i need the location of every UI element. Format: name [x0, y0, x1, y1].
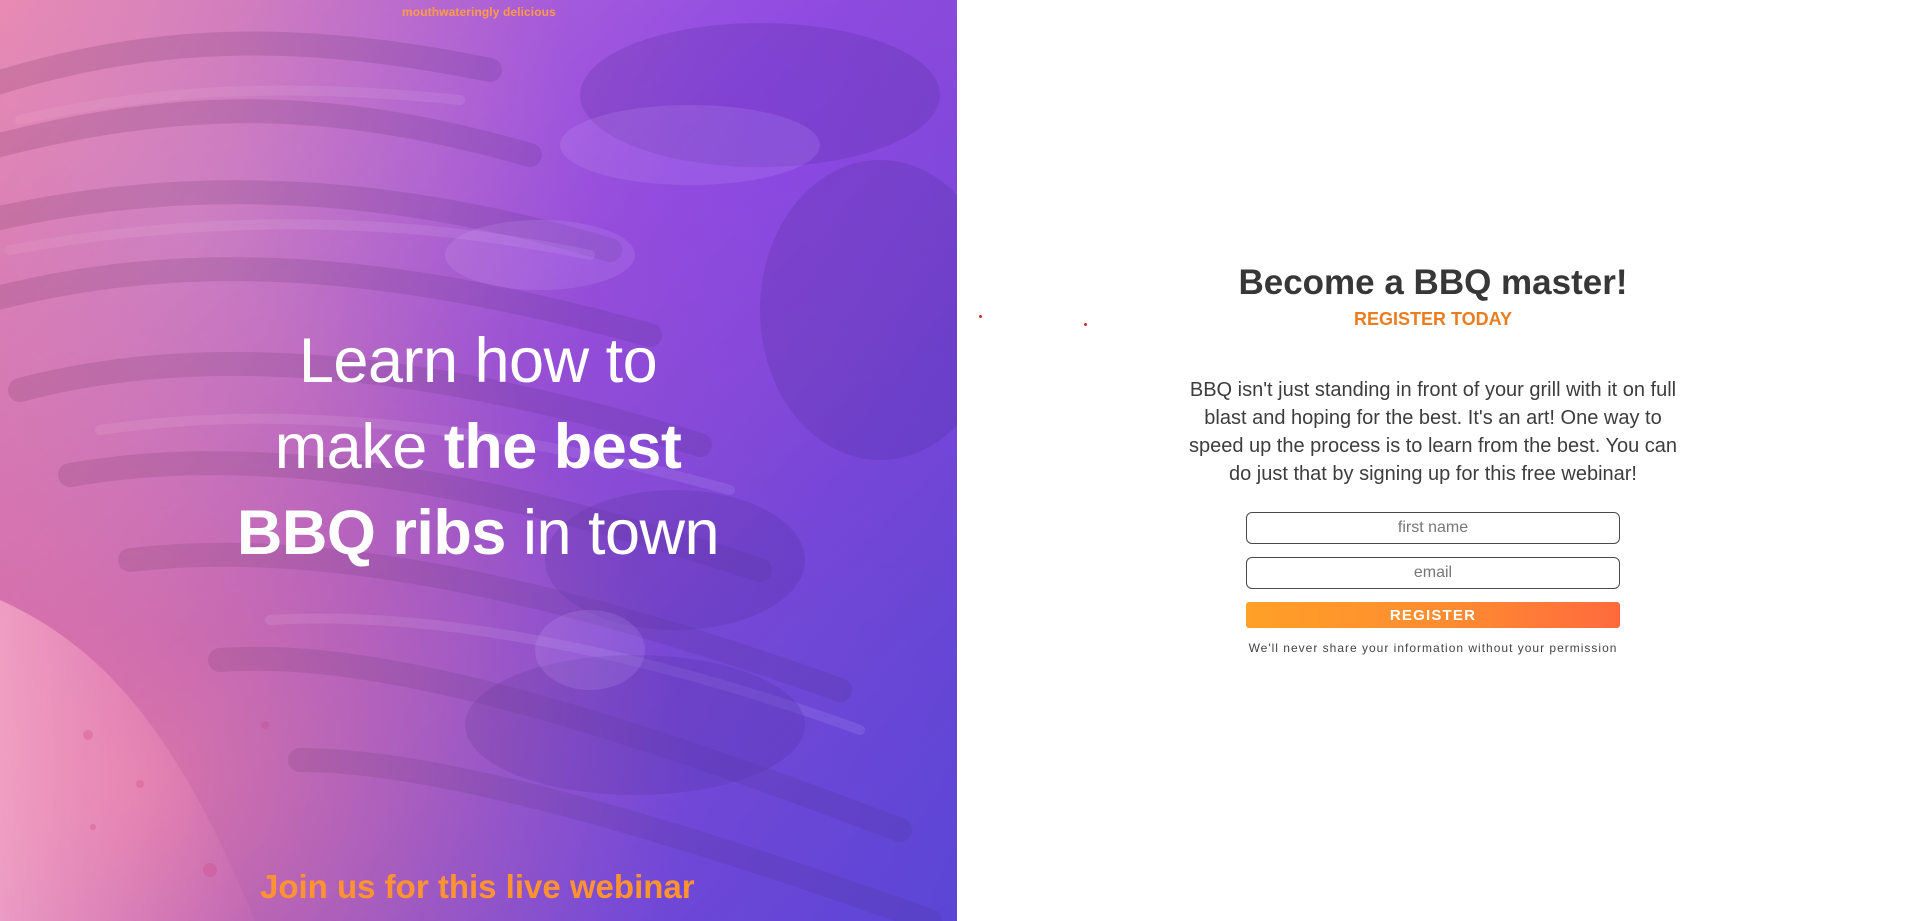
first-name-input[interactable]: [1246, 512, 1620, 544]
register-button[interactable]: REGISTER: [1246, 602, 1620, 628]
hero-heading-line-3-light: in town: [522, 498, 720, 568]
hero-heading-line-1: Learn how to: [298, 326, 658, 396]
email-input[interactable]: [1246, 557, 1620, 589]
privacy-note: We'll never share your information witho…: [1248, 641, 1618, 655]
hero-heading-line-3-bold: BBQ ribs: [236, 498, 507, 568]
registration-content: Become a BBQ master! REGISTER TODAY BBQ …: [1184, 261, 1682, 655]
hero-heading-line-2-light: make: [274, 412, 428, 482]
landing-page: mouthwateringly delicious Learn how to m…: [0, 0, 1908, 921]
panel-subtitle: REGISTER TODAY: [1353, 309, 1513, 329]
panel-description: BBQ isn't just standing in front of your…: [1188, 379, 1678, 485]
registration-panel: Become a BBQ master! REGISTER TODAY BBQ …: [957, 0, 1908, 921]
red-dot-icon: [1084, 323, 1087, 326]
hero-heading-line-2-bold: the best: [443, 412, 682, 482]
webinar-callout: Join us for this live webinar: [260, 868, 695, 905]
registration-form: REGISTER: [1246, 512, 1620, 628]
hero-tagline: mouthwateringly delicious: [402, 5, 556, 19]
panel-title: Become a BBQ master!: [1238, 263, 1628, 302]
hero-section: mouthwateringly delicious Learn how to m…: [0, 0, 957, 921]
red-dot-icon: [979, 315, 982, 318]
hero-heading: Learn how to make the best BBQ ribs in t…: [138, 318, 818, 576]
